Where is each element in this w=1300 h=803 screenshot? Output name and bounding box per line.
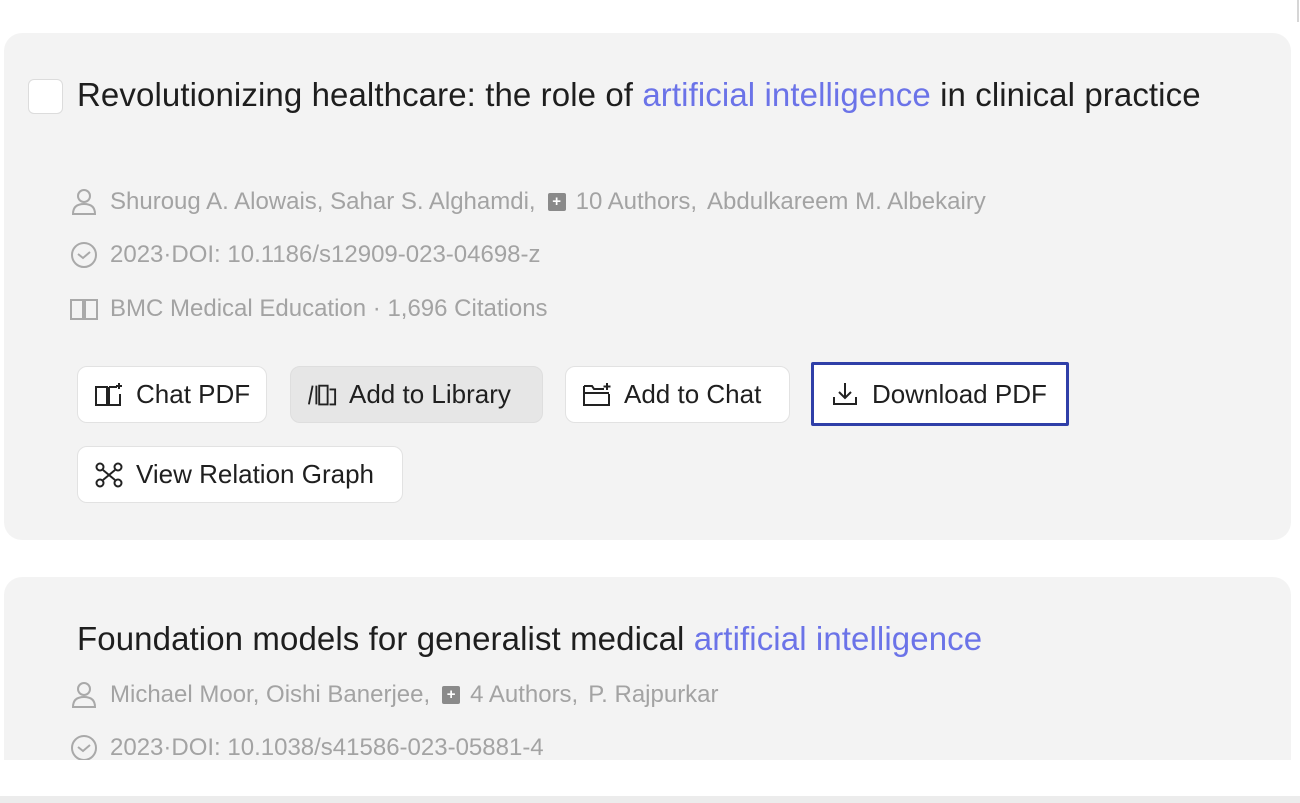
title-highlight: artificial intelligence [693,620,983,657]
add-to-library-label: Add to Library [349,379,511,409]
plus-icon[interactable]: + [547,193,566,211]
clock-icon [68,733,100,760]
download-pdf-button[interactable]: Download PDF [811,362,1069,426]
authors-last[interactable]: P. Rajpurkar [588,681,718,709]
select-checkbox[interactable] [28,79,63,114]
title-highlight: artificial intelligence [642,76,931,113]
authors-last[interactable]: Abdulkareem M. Albekairy [707,188,986,216]
year-doi[interactable]: 2023·DOI: 10.1186/s12909-023-04698-z [110,241,541,269]
doi-row: 2023·DOI: 10.1186/s12909-023-04698-z [68,238,541,272]
title-suffix: in clinical practice [930,76,1201,113]
view-relation-graph-label: View Relation Graph [136,459,374,489]
download-pdf-label: Download PDF [872,378,1047,409]
authors-row: Michael Moor, Oishi Banerjee, + 4 Author… [68,678,719,712]
user-icon [68,187,100,217]
doi-row: 2023·DOI: 10.1038/s41586-023-05881-4 [68,731,544,760]
venue-citations: BMC Medical Education · 1,696 Citations [110,295,548,322]
authors-row: Shuroug A. Alowais, Sahar S. Alghamdi, +… [68,185,986,219]
title-prefix: Revolutionizing healthcare: the role of [77,76,643,113]
chat-pdf-icon [94,380,124,410]
view-relation-graph-button[interactable]: View Relation Graph [77,446,403,503]
add-to-library-button[interactable]: Add to Library [290,366,543,423]
plus-icon[interactable]: + [442,686,461,704]
scrollbar[interactable] [1297,0,1299,22]
user-icon [68,680,100,710]
paper-title[interactable]: Foundation models for generalist medical… [77,614,1207,663]
add-to-chat-label: Add to Chat [624,379,762,409]
download-icon [830,379,860,409]
result-card: Foundation models for generalist medical… [4,577,1291,760]
year-doi[interactable]: 2023·DOI: 10.1038/s41586-023-05881-4 [110,734,544,760]
search-results-list: Revolutionizing healthcare: the role of … [0,0,1300,760]
venue-row: BMC Medical Education · 1,696 Citations [68,292,548,326]
more-authors[interactable]: 4 Authors, [470,681,578,709]
chat-pdf-button[interactable]: Chat PDF [77,366,267,423]
title-prefix: Foundation models for generalist medical [77,620,694,657]
library-icon [307,380,337,410]
add-to-chat-button[interactable]: Add to Chat [565,366,790,423]
paper-title[interactable]: Revolutionizing healthcare: the role of … [77,70,1207,119]
folder-add-icon [582,380,612,410]
authors-lead[interactable]: Shuroug A. Alowais, Sahar S. Alghamdi, [110,188,536,216]
more-authors[interactable]: 10 Authors, [576,188,697,216]
book-icon [68,294,100,324]
graph-icon [94,460,124,490]
chat-pdf-label: Chat PDF [136,379,251,409]
authors-lead[interactable]: Michael Moor, Oishi Banerjee, [110,681,430,709]
clock-icon [68,240,100,270]
result-card: Revolutionizing healthcare: the role of … [4,33,1291,540]
bottom-divider [0,796,1300,803]
